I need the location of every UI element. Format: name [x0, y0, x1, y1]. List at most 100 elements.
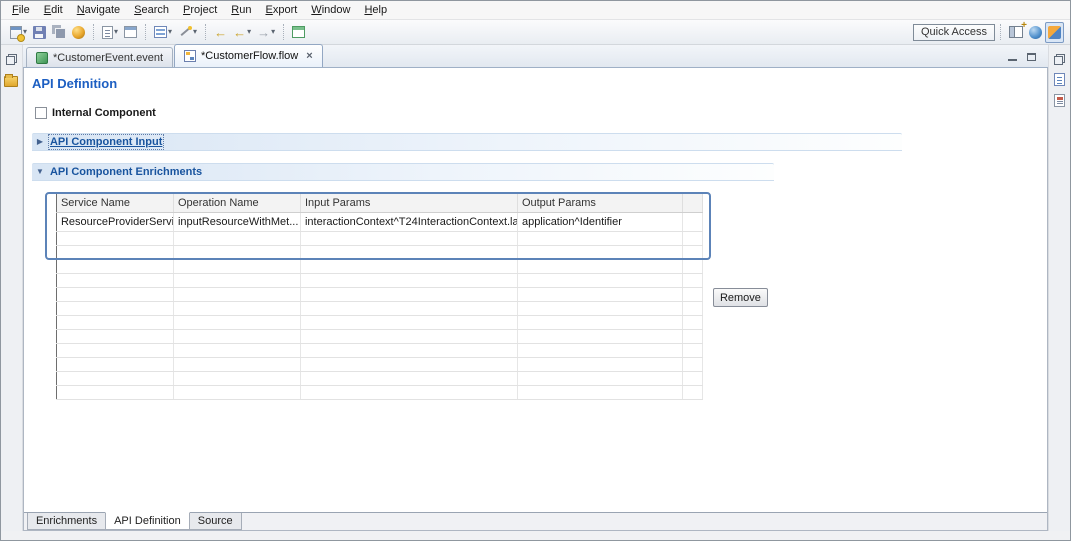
forward-button[interactable]: → ▾ — [254, 22, 278, 43]
save-all-button[interactable] — [49, 22, 69, 43]
back-button[interactable]: ← ▾ — [230, 22, 254, 43]
toolbar-separator — [93, 24, 94, 40]
quick-access-box[interactable]: Quick Access — [913, 24, 995, 41]
web-perspective-icon — [1029, 26, 1042, 39]
open-diagram-button[interactable] — [121, 22, 140, 43]
column-operation-name[interactable]: Operation Name — [173, 194, 300, 213]
new-wizard-icon — [10, 26, 22, 39]
dropdown-arrow-icon: ▾ — [271, 28, 275, 36]
restore-view-icon[interactable] — [6, 54, 17, 65]
tab-source[interactable]: Source — [189, 513, 242, 530]
expanded-twisty-icon: ▼ — [35, 168, 45, 176]
save-button[interactable] — [30, 22, 49, 43]
section-api-component-input[interactable]: ▶ API Component Input — [32, 133, 902, 151]
workbench: *CustomerEvent.event *CustomerFlow.flow … — [1, 45, 1070, 531]
table-row[interactable]: ResourceProviderService inputResourceWit… — [56, 213, 702, 232]
active-perspective-button[interactable] — [1045, 22, 1064, 43]
api-definition-form: API Definition Internal Component ▶ API … — [24, 68, 1047, 512]
editor-area: *CustomerEvent.event *CustomerFlow.flow … — [23, 45, 1048, 531]
web-perspective-button[interactable] — [1026, 22, 1045, 43]
editor-window-buttons — [1008, 53, 1048, 67]
event-file-icon — [36, 52, 48, 64]
new-editor-button[interactable] — [289, 22, 308, 43]
table-empty-row[interactable] — [56, 302, 702, 316]
table-view-button[interactable]: ▾ — [151, 22, 175, 43]
menu-search[interactable]: Search — [127, 3, 176, 17]
column-service-name[interactable]: Service Name — [56, 194, 173, 213]
menu-run[interactable]: Run — [224, 3, 258, 17]
table-empty-row[interactable] — [56, 330, 702, 344]
toolbar-separator — [145, 24, 146, 40]
dropdown-arrow-icon: ▾ — [247, 28, 251, 36]
tab-label: *CustomerFlow.flow — [201, 50, 298, 62]
menu-navigate[interactable]: Navigate — [70, 3, 127, 17]
menu-export[interactable]: Export — [258, 3, 304, 17]
editor-tab-bar: *CustomerEvent.event *CustomerFlow.flow … — [23, 45, 1048, 68]
minimize-icon[interactable] — [1008, 53, 1017, 61]
close-tab-icon[interactable]: × — [306, 50, 312, 62]
left-trim-bar — [1, 45, 23, 531]
status-bar — [1, 531, 1070, 540]
menu-project[interactable]: Project — [176, 3, 224, 17]
tab-customerflow-flow[interactable]: *CustomerFlow.flow × — [174, 44, 323, 67]
table-empty-row[interactable] — [56, 232, 702, 246]
new-file-icon — [102, 26, 113, 39]
dropdown-arrow-icon: ▾ — [193, 28, 197, 36]
api-table-body: ResourceProviderService inputResourceWit… — [56, 213, 702, 400]
open-perspective-icon — [1009, 26, 1023, 38]
right-trim-bar — [1048, 45, 1070, 531]
tab-enrichments[interactable]: Enrichments — [27, 513, 106, 530]
table-empty-row[interactable] — [56, 386, 702, 400]
page-title: API Definition — [32, 76, 1047, 91]
table-empty-row[interactable] — [56, 358, 702, 372]
save-all-icon — [52, 25, 66, 39]
outline-view-icon[interactable] — [1054, 73, 1065, 86]
palette-view-icon[interactable] — [4, 76, 18, 87]
menu-window[interactable]: Window — [304, 3, 357, 17]
tab-customerevent-event[interactable]: *CustomerEvent.event — [26, 47, 173, 67]
menu-edit[interactable]: Edit — [37, 3, 70, 17]
tab-api-definition[interactable]: API Definition — [105, 512, 190, 530]
annotate-button[interactable]: ▾ — [175, 22, 200, 43]
internal-component-row: Internal Component — [35, 106, 1047, 120]
menu-file[interactable]: File — [5, 3, 37, 17]
generate-icon — [72, 26, 85, 39]
table-empty-row[interactable] — [56, 372, 702, 386]
diagram-icon — [124, 26, 137, 38]
internal-component-checkbox[interactable] — [35, 107, 47, 119]
remove-button[interactable]: Remove — [713, 288, 768, 307]
table-empty-row[interactable] — [56, 288, 702, 302]
section-api-component-enrichments[interactable]: ▼ API Component Enrichments — [32, 163, 774, 181]
column-output-params[interactable]: Output Params — [517, 194, 682, 213]
column-extra — [682, 194, 702, 213]
back-icon: ← — [233, 26, 246, 39]
last-edit-location-button[interactable]: ← — [211, 22, 230, 43]
column-input-params[interactable]: Input Params — [300, 194, 517, 213]
table-empty-row[interactable] — [56, 316, 702, 330]
form-page-tabs: Enrichments API Definition Source — [24, 512, 1047, 530]
internal-component-label: Internal Component — [52, 107, 156, 119]
maximize-icon[interactable] — [1027, 53, 1036, 61]
generate-button[interactable] — [69, 22, 88, 43]
toolbar-separator — [283, 24, 284, 40]
new-menu-button[interactable]: ▾ — [99, 22, 121, 43]
table-empty-row[interactable] — [56, 274, 702, 288]
flow-file-icon — [184, 50, 196, 62]
cell-operation-name: inputResourceWithMet... — [173, 213, 300, 232]
section-label: API Component Enrichments — [50, 166, 202, 178]
table-empty-row[interactable] — [56, 260, 702, 274]
restore-view-icon[interactable] — [1054, 54, 1065, 65]
table-empty-row[interactable] — [56, 344, 702, 358]
new-editor-icon — [292, 26, 305, 38]
cell-service-name: ResourceProviderService — [56, 213, 173, 232]
save-icon — [33, 26, 46, 39]
new-wizard-button[interactable]: ▾ — [7, 22, 30, 43]
application-window: File Edit Navigate Search Project Run Ex… — [0, 0, 1071, 541]
open-perspective-button[interactable] — [1006, 22, 1026, 43]
toolbar: ▾ ▾ ▾ ▾ ← ← — [1, 20, 1070, 45]
table-empty-row[interactable] — [56, 246, 702, 260]
cell-output-params: application^Identifier — [517, 213, 682, 232]
table-header-row: Service Name Operation Name Input Params… — [56, 194, 702, 213]
documentation-view-icon[interactable] — [1054, 94, 1065, 107]
menu-help[interactable]: Help — [357, 3, 394, 17]
